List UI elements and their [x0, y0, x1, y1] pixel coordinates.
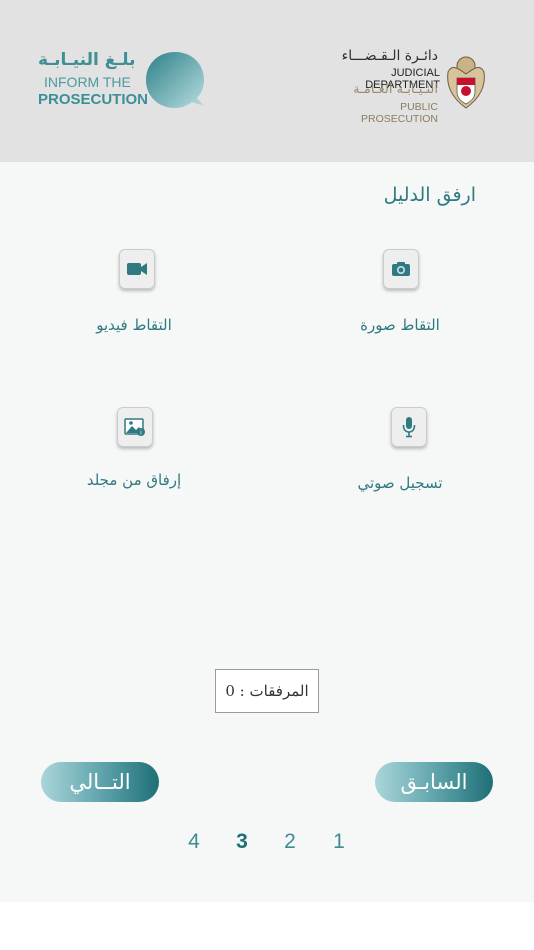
inform-logo-line1: INFORM THE — [44, 74, 131, 90]
prosecution-logo-arabic: النـيـابـة العـامـة — [353, 82, 438, 97]
step-1: 1 — [333, 830, 345, 853]
capture-video-label[interactable]: التقاط فيديو — [54, 316, 214, 334]
falcon-emblem-icon — [447, 56, 485, 109]
record-audio-button[interactable] — [391, 407, 427, 447]
inform-logo-line2: PROSECUTION — [38, 91, 149, 108]
attach-from-folder-label[interactable]: إرفاق من مجلد — [54, 471, 214, 489]
camera-icon — [392, 262, 410, 276]
inform-logo-arabic: بلـغ النيـابـة — [38, 50, 136, 70]
step-3-active: 3 — [236, 830, 248, 853]
capture-photo-label[interactable]: التقاط صورة — [320, 316, 480, 334]
step-2: 2 — [284, 830, 296, 853]
video-camera-icon — [127, 263, 147, 275]
attach-from-folder-button[interactable]: i — [117, 407, 153, 447]
previous-button[interactable]: السابـق — [375, 762, 493, 802]
microphone-icon — [402, 417, 416, 438]
page-title: ارفق الدليل — [383, 184, 476, 206]
header: بلـغ النيـابـة INFORM THE PROSECUTION دا… — [0, 0, 534, 162]
next-button[interactable]: التــالي — [41, 762, 159, 802]
capture-photo-button[interactable] — [383, 249, 419, 289]
capture-video-button[interactable] — [119, 249, 155, 289]
chat-bubble-logo-icon — [146, 52, 204, 108]
image-gallery-icon: i — [124, 418, 145, 437]
prosecution-logo-english: PUBLIC PROSECUTION — [360, 101, 438, 125]
attachments-counter: المرفقات : 0 — [215, 669, 319, 713]
record-audio-label[interactable]: تسجيل صوتي — [320, 474, 480, 492]
step-4: 4 — [188, 830, 200, 853]
judicial-logo-arabic: دائـرة الـقـضـــاء — [341, 48, 438, 64]
